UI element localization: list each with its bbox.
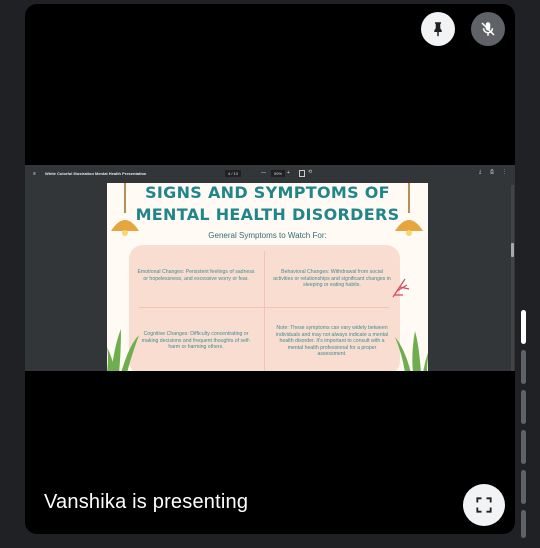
- card-divider-horizontal: [139, 307, 389, 308]
- print-icon[interactable]: ⎙: [490, 169, 494, 175]
- plant-left-decoration: [107, 329, 139, 371]
- rotate-icon[interactable]: ⟲: [308, 169, 312, 175]
- pdf-toolbar: ≡ White Colorful Illustration Mental Hea…: [25, 165, 515, 183]
- pin-button[interactable]: [421, 12, 455, 46]
- card-divider-vertical: [264, 251, 265, 371]
- note-text: Note: These symptoms can vary widely bet…: [275, 325, 389, 358]
- cognitive-changes-text: Cognitive Changes: Difficulty concentrat…: [141, 331, 251, 351]
- slide-title-line2: MENTAL HEALTH DISORDERS: [135, 205, 400, 224]
- slide-title-line1: SIGNS AND SYMPTOMS OF: [145, 183, 390, 202]
- emotional-changes-text: Emotional Changes: Persistent feelings o…: [137, 269, 255, 282]
- fit-page-icon[interactable]: [299, 170, 305, 177]
- pin-icon: [434, 22, 442, 37]
- scroll-segment: [521, 310, 526, 344]
- menu-icon[interactable]: ≡: [33, 171, 36, 177]
- pdf-scrollbar[interactable]: [511, 185, 514, 371]
- scroll-segment: [521, 430, 526, 464]
- participant-scroll-indicator[interactable]: [521, 310, 527, 540]
- mic-off-icon: [481, 22, 495, 36]
- scroll-segment: [521, 470, 526, 504]
- zoom-out-button[interactable]: —: [261, 170, 266, 176]
- download-icon[interactable]: ⤓: [479, 169, 481, 175]
- behavioral-changes-text: Behavioral Changes: Withdrawal from soci…: [273, 269, 391, 289]
- shared-screen: ≡ White Colorful Illustration Mental Hea…: [25, 165, 515, 371]
- document-title: White Colorful Illustration Mental Healt…: [45, 171, 147, 176]
- slide-subtitle: General Symptoms to Watch For:: [208, 231, 327, 240]
- fullscreen-icon: [476, 497, 492, 513]
- presenter-label: Vanshika is presenting: [44, 491, 249, 513]
- page-indicator[interactable]: 4 / 10: [225, 170, 242, 177]
- mic-status-button[interactable]: [471, 12, 505, 46]
- slide: SIGNS AND SYMPTOMS OF MENTAL HEALTH DISO…: [107, 183, 428, 371]
- zoom-level[interactable]: 59%: [271, 170, 286, 177]
- symptoms-card: Emotional Changes: Persistent feelings o…: [129, 245, 400, 371]
- scroll-segment: [521, 390, 526, 424]
- fullscreen-button[interactable]: [463, 484, 505, 526]
- zoom-in-button[interactable]: +: [287, 170, 290, 176]
- fern-decoration: [392, 278, 410, 298]
- plant-right-decoration: [395, 331, 428, 371]
- scroll-segment: [521, 510, 526, 538]
- more-options-icon[interactable]: ⋮: [502, 169, 507, 175]
- pdf-scroll-thumb[interactable]: [511, 243, 514, 257]
- scroll-segment: [521, 350, 526, 384]
